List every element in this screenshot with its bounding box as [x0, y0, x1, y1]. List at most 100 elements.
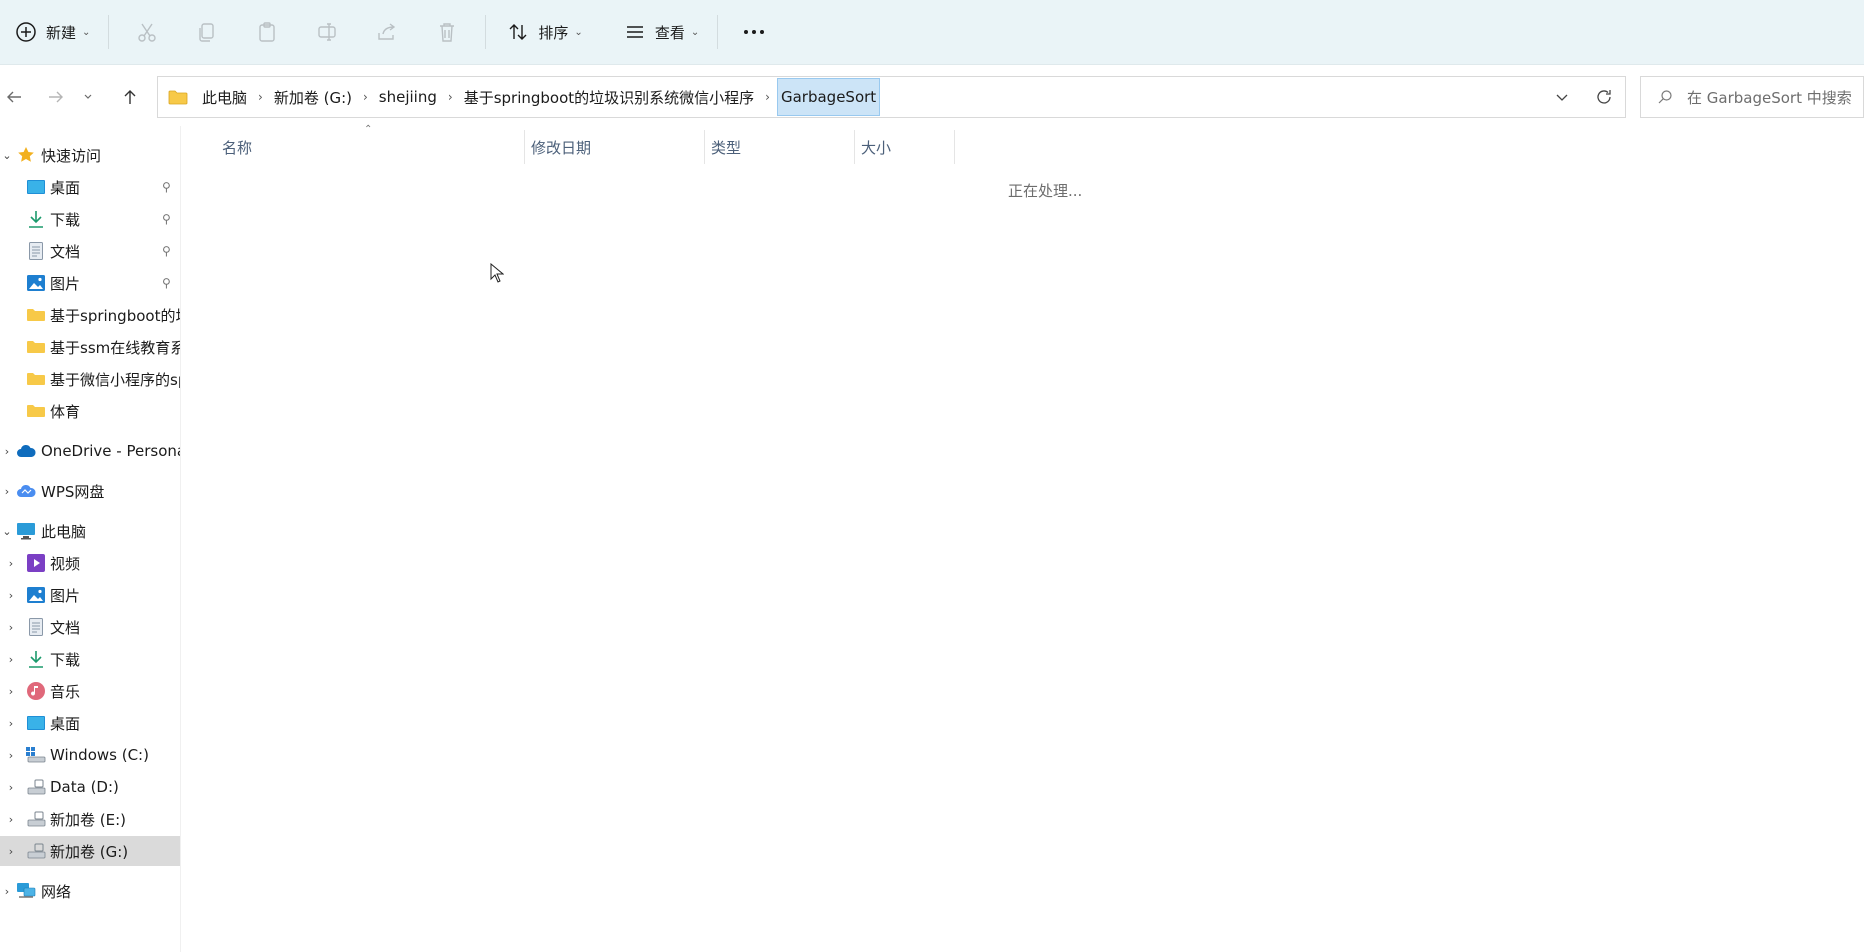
pin-icon[interactable]: ⚲: [162, 244, 171, 258]
back-button[interactable]: [0, 84, 28, 110]
music-icon: [26, 681, 46, 701]
column-header-date-modified[interactable]: 修改日期: [531, 136, 591, 158]
breadcrumb-shejiing[interactable]: shejiing: [375, 88, 441, 106]
chevron-down-icon[interactable]: ⌄: [0, 149, 14, 162]
chevron-right-icon[interactable]: ›: [4, 653, 18, 666]
sidebar-item-documents[interactable]: 文档 ⚲: [0, 236, 180, 266]
sort-icon: [504, 18, 532, 46]
cut-button[interactable]: [117, 12, 177, 52]
chevron-right-icon[interactable]: ›: [4, 749, 18, 762]
chevron-right-icon[interactable]: ›: [0, 445, 14, 458]
sidebar-label: 桌面: [50, 714, 81, 733]
copy-button[interactable]: [177, 12, 237, 52]
sidebar-item-music[interactable]: › 音乐: [0, 676, 180, 706]
chevron-right-icon[interactable]: ›: [0, 485, 14, 498]
pane-divider[interactable]: [180, 126, 181, 952]
arrow-left-icon: [7, 91, 21, 103]
sidebar-network[interactable]: › 网络: [0, 876, 180, 906]
chevron-down-icon: [84, 94, 92, 99]
sidebar-onedrive[interactable]: › OneDrive - Personal: [0, 436, 180, 466]
delete-icon: [433, 18, 461, 46]
breadcrumb-project-folder[interactable]: 基于springboot的垃圾识别系统微信小程序: [460, 87, 758, 108]
sidebar-label: WPS网盘: [41, 482, 105, 501]
sidebar-item-desktop[interactable]: › 桌面: [0, 708, 180, 738]
chevron-right-icon[interactable]: ›: [356, 90, 375, 104]
chevron-right-icon[interactable]: ›: [251, 90, 270, 104]
sidebar-item-documents[interactable]: › 文档: [0, 612, 180, 642]
sidebar-label: 快速访问: [41, 146, 102, 165]
chevron-right-icon[interactable]: ›: [4, 621, 18, 634]
address-bar[interactable]: 此电脑 › 新加卷 (G:) › shejiing › 基于springboot…: [157, 76, 1626, 118]
sidebar-item-videos[interactable]: › 视频: [0, 548, 180, 578]
breadcrumb-current-folder[interactable]: GarbageSort: [776, 78, 881, 116]
search-box[interactable]: 在 GarbageSort 中搜索: [1640, 76, 1864, 118]
column-header-size[interactable]: 大小: [861, 136, 891, 158]
chevron-right-icon[interactable]: ›: [441, 90, 460, 104]
sidebar-item-desktop[interactable]: 桌面 ⚲: [0, 172, 180, 202]
rename-button[interactable]: [297, 12, 357, 52]
more-button[interactable]: [726, 12, 782, 52]
sidebar-item-drive-d[interactable]: › Data (D:): [0, 772, 180, 802]
breadcrumb-this-pc[interactable]: 此电脑: [198, 87, 251, 108]
sidebar-quick-access[interactable]: ⌄ 快速访问: [0, 140, 180, 170]
search-icon: [1657, 89, 1673, 105]
forward-button[interactable]: [42, 84, 70, 110]
column-divider[interactable]: [704, 130, 705, 164]
sidebar-item-drive-g[interactable]: › 新加卷 (G:): [0, 836, 180, 866]
sidebar-wps[interactable]: › WPS网盘: [0, 476, 180, 506]
delete-button[interactable]: [417, 12, 477, 52]
document-icon: [26, 241, 46, 261]
address-history-button[interactable]: [1541, 90, 1583, 104]
sort-button[interactable]: 排序 ⌄: [494, 12, 592, 52]
pin-icon[interactable]: ⚲: [162, 212, 171, 226]
paste-icon: [253, 18, 281, 46]
chevron-right-icon[interactable]: ›: [4, 685, 18, 698]
sidebar-item-folder[interactable]: 体育: [0, 396, 180, 426]
column-header-name[interactable]: 名称: [222, 136, 252, 158]
chevron-right-icon[interactable]: ›: [758, 90, 777, 104]
sidebar-item-pictures[interactable]: › 图片: [0, 580, 180, 610]
sidebar-item-downloads[interactable]: 下载 ⚲: [0, 204, 180, 234]
chevron-right-icon[interactable]: ›: [0, 885, 14, 898]
new-button[interactable]: 新建 ⌄: [2, 12, 100, 52]
sidebar-item-drive-e[interactable]: › 新加卷 (E:): [0, 804, 180, 834]
sidebar-label: 新加卷 (G:): [50, 842, 129, 861]
column-divider[interactable]: [524, 130, 525, 164]
chevron-right-icon[interactable]: ›: [4, 717, 18, 730]
sidebar-label: 基于ssm在线教育系统: [50, 338, 180, 357]
breadcrumb-drive-g[interactable]: 新加卷 (G:): [270, 87, 356, 108]
chevron-right-icon[interactable]: ›: [4, 813, 18, 826]
pin-icon[interactable]: ⚲: [162, 276, 171, 290]
view-button[interactable]: 查看 ⌄: [611, 12, 709, 52]
chevron-right-icon[interactable]: ›: [4, 781, 18, 794]
share-button[interactable]: [357, 12, 417, 52]
chevron-right-icon[interactable]: ›: [4, 589, 18, 602]
chevron-down-icon[interactable]: ⌄: [0, 525, 14, 538]
sidebar-item-pictures[interactable]: 图片 ⚲: [0, 268, 180, 298]
sidebar-item-downloads[interactable]: › 下载: [0, 644, 180, 674]
paste-button[interactable]: [237, 12, 297, 52]
sidebar-item-drive-c[interactable]: › Windows (C:): [0, 740, 180, 770]
chevron-right-icon[interactable]: ›: [4, 845, 18, 858]
sidebar-item-folder[interactable]: 基于微信小程序的springboot: [0, 364, 180, 394]
cut-icon: [133, 18, 161, 46]
sidebar-item-folder[interactable]: 基于ssm在线教育系统: [0, 332, 180, 362]
view-label: 查看: [654, 23, 685, 42]
pin-icon[interactable]: ⚲: [162, 180, 171, 194]
chevron-right-icon[interactable]: ›: [4, 557, 18, 570]
mouse-cursor-icon: [490, 263, 504, 283]
recent-locations-button[interactable]: [80, 84, 96, 110]
new-label: 新建: [46, 23, 77, 42]
up-button[interactable]: [116, 84, 144, 110]
sidebar-item-folder[interactable]: 基于springboot的垃圾识别系统微信小程序: [0, 300, 180, 330]
drive-icon: [26, 777, 46, 797]
column-divider[interactable]: [854, 130, 855, 164]
refresh-button[interactable]: [1583, 88, 1625, 106]
copy-icon: [193, 18, 221, 46]
column-header-type[interactable]: 类型: [711, 136, 741, 158]
chevron-down-icon: ⌄: [690, 26, 700, 38]
column-divider[interactable]: [954, 130, 955, 164]
desktop-icon: [26, 713, 46, 733]
sidebar-label: 图片: [50, 274, 81, 293]
sidebar-this-pc[interactable]: ⌄ 此电脑: [0, 516, 180, 546]
